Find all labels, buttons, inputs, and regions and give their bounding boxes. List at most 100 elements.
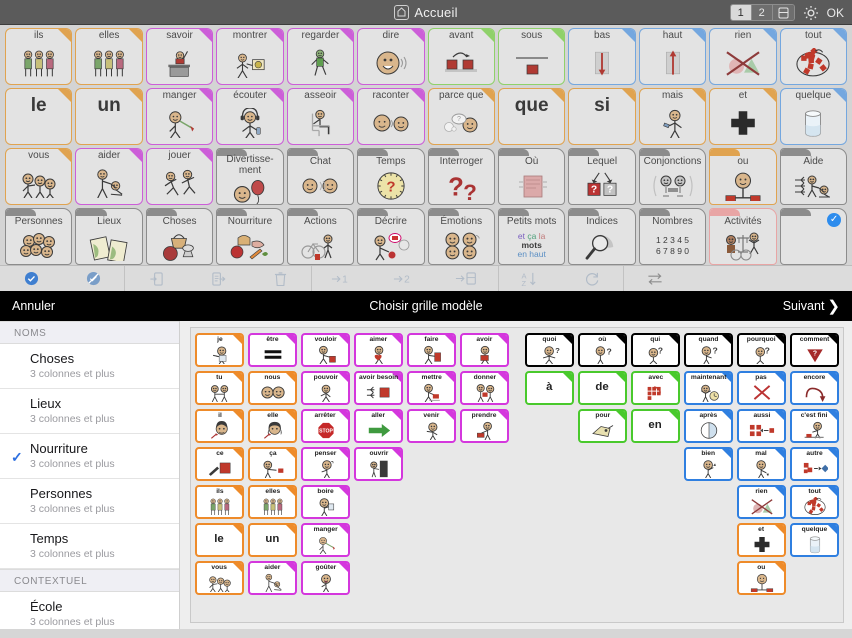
- preview-cell-elle[interactable]: elle: [248, 409, 297, 443]
- preview-cell-elles[interactable]: elles: [248, 485, 297, 519]
- sidebar-item-nourriture[interactable]: ✓ Nourriture 3 colonnes et plus: [0, 434, 179, 479]
- preview-cell-pour[interactable]: pour: [578, 409, 627, 443]
- grid-cell-haut[interactable]: haut: [638, 28, 707, 85]
- grid-cell-lequel[interactable]: Lequel??: [568, 148, 636, 205]
- preview-cell-o-[interactable]: où?: [578, 333, 627, 367]
- grid-cell-ils[interactable]: ils: [5, 28, 73, 85]
- grid-cell--couter[interactable]: écouter: [216, 88, 284, 145]
- grid-cell-indices[interactable]: Indices: [568, 208, 636, 265]
- preview-cell-ou[interactable]: ou: [737, 561, 786, 595]
- preview-cell-ce[interactable]: ce: [195, 447, 244, 481]
- preview-cell-apr-s[interactable]: après: [684, 409, 733, 443]
- preview-cell-il[interactable]: il: [195, 409, 244, 443]
- preview-cell-ouvrir[interactable]: ouvrir: [354, 447, 403, 481]
- grid-cell-activit-s[interactable]: Activités: [709, 208, 777, 265]
- grid-cell-ou[interactable]: ou: [709, 148, 777, 205]
- preview-cell-quelque[interactable]: quelque: [790, 523, 839, 557]
- preview-cell--[interactable]: à: [525, 371, 574, 405]
- preview-cell-boire[interactable]: boire: [301, 485, 350, 519]
- preview-cell-manger[interactable]: manger: [301, 523, 350, 557]
- grid-cell-elles[interactable]: elles: [75, 28, 143, 85]
- preview-cell-prendre[interactable]: prendre: [460, 409, 509, 443]
- grid-cell-jouer[interactable]: jouer: [145, 148, 214, 205]
- grid-cell-divertisse-ment[interactable]: Divertisse-ment: [216, 148, 284, 205]
- grid-cell-que[interactable]: que: [497, 88, 566, 145]
- preview-cell-avec[interactable]: avec: [631, 371, 680, 405]
- preview-cell-de[interactable]: de: [578, 371, 627, 405]
- preview-cell-aller[interactable]: aller: [354, 409, 403, 443]
- check-circle-icon[interactable]: [0, 266, 62, 291]
- preview-cell-le[interactable]: le: [195, 523, 244, 557]
- sidebar-item-personnes[interactable]: Personnes 3 colonnes et plus: [0, 479, 179, 524]
- preview-cell-avoir-besoin[interactable]: avoir besoin: [354, 371, 403, 405]
- preview-cell-vouloir[interactable]: vouloir: [301, 333, 350, 367]
- sidebar-item-choses[interactable]: Choses 3 colonnes et plus: [0, 344, 179, 389]
- grid-cell-manger[interactable]: manger: [145, 88, 214, 145]
- grid-cell-regarder[interactable]: regarder: [286, 28, 355, 85]
- preview-cell-go-ter[interactable]: goûter: [301, 561, 350, 595]
- swap-icon[interactable]: [624, 266, 686, 291]
- grid-cell-empty[interactable]: [779, 208, 848, 265]
- grid-cell-un[interactable]: un: [75, 88, 143, 145]
- grid-cell-aider[interactable]: aider: [75, 148, 143, 205]
- grid-cell-bas[interactable]: bas: [568, 28, 636, 85]
- move-to-page-icon[interactable]: [436, 266, 498, 291]
- sidebar-item-lieux[interactable]: Lieux 3 colonnes et plus: [0, 389, 179, 434]
- grid-cell-o-[interactable]: Où: [497, 148, 566, 205]
- sidebar-item--cole[interactable]: École 3 colonnes et plus: [0, 592, 179, 629]
- preview-cell-et[interactable]: et: [737, 523, 786, 557]
- preview-cell-penser[interactable]: penser: [301, 447, 350, 481]
- preview-cell-qui[interactable]: qui?: [631, 333, 680, 367]
- preview-cell-venir[interactable]: venir: [407, 409, 456, 443]
- preview-cell-maintenant[interactable]: maintenant: [684, 371, 733, 405]
- preview-cell-donner[interactable]: donner: [460, 371, 509, 405]
- grid-cell-rien[interactable]: rien: [709, 28, 777, 85]
- grid-cell-parce-que[interactable]: parce que?: [427, 88, 495, 145]
- grid-cell-sous[interactable]: sous: [497, 28, 566, 85]
- grid-cell-avant[interactable]: avant: [427, 28, 495, 85]
- grid-cell-personnes[interactable]: Personnes: [5, 208, 73, 265]
- preview-cell-arr-ter[interactable]: arrêter STOP: [301, 409, 350, 443]
- preview-cell-je[interactable]: je: [195, 333, 244, 367]
- preview-cell-comment[interactable]: comment?: [790, 333, 839, 367]
- trash-icon[interactable]: [249, 266, 311, 291]
- preview-cell-en[interactable]: en: [631, 409, 680, 443]
- preview-cell-vous[interactable]: vous: [195, 561, 244, 595]
- next-button[interactable]: Suivant ❯: [783, 297, 840, 315]
- preview-cell--tre[interactable]: être: [248, 333, 297, 367]
- no-select-icon[interactable]: [62, 266, 124, 291]
- preview-cell-nous[interactable]: nous: [248, 371, 297, 405]
- template-category-sidebar[interactable]: NOMS Choses 3 colonnes et plus Lieux 3 colon…: [0, 321, 180, 629]
- grid-cell-savoir[interactable]: savoir: [145, 28, 214, 85]
- grid-cell-si[interactable]: si: [568, 88, 636, 145]
- grid-cell-nourriture[interactable]: Nourriture: [216, 208, 284, 265]
- grid-cell-asseoir[interactable]: asseoir: [286, 88, 355, 145]
- preview-cell--a[interactable]: ça: [248, 447, 297, 481]
- preview-cell-ils[interactable]: ils: [195, 485, 244, 519]
- preview-cell-autre[interactable]: autre: [790, 447, 839, 481]
- preview-cell-avoir[interactable]: avoir: [460, 333, 509, 367]
- preview-cell-un[interactable]: un: [248, 523, 297, 557]
- preview-cell-pourquoi[interactable]: pourquoi?: [737, 333, 786, 367]
- grid-cell-chat[interactable]: Chat: [286, 148, 355, 205]
- grid-cell-montrer[interactable]: montrer: [216, 28, 284, 85]
- preview-cell-c-est-fini[interactable]: c'est fini: [790, 409, 839, 443]
- preview-cell-pouvoir[interactable]: pouvoir: [301, 371, 350, 405]
- book-icon[interactable]: [772, 5, 794, 20]
- grid-cell-petits-mots[interactable]: Petits mots et ça la mots en haut: [497, 208, 566, 265]
- grid-cell-le[interactable]: le: [5, 88, 73, 145]
- grid-cell-quelque[interactable]: quelque: [779, 88, 848, 145]
- refresh-icon[interactable]: [561, 266, 623, 291]
- preview-cell-pas[interactable]: pas: [737, 371, 786, 405]
- page-tab-2[interactable]: 2: [751, 5, 773, 20]
- preview-cell-tout[interactable]: tout: [790, 485, 839, 519]
- grid-cell-temps[interactable]: Temps?: [357, 148, 425, 205]
- preview-cell-mal[interactable]: mal: [737, 447, 786, 481]
- ok-button[interactable]: OK: [827, 6, 844, 20]
- sort-az-icon[interactable]: AZ: [499, 266, 561, 291]
- grid-cell-raconter[interactable]: raconter: [357, 88, 425, 145]
- grid-cell-actions[interactable]: Actions: [286, 208, 355, 265]
- grid-cell-interroger[interactable]: Interroger??: [427, 148, 495, 205]
- grid-cell-conjonctions[interactable]: Conjonctions: [638, 148, 707, 205]
- grid-cell-aide[interactable]: Aide: [779, 148, 848, 205]
